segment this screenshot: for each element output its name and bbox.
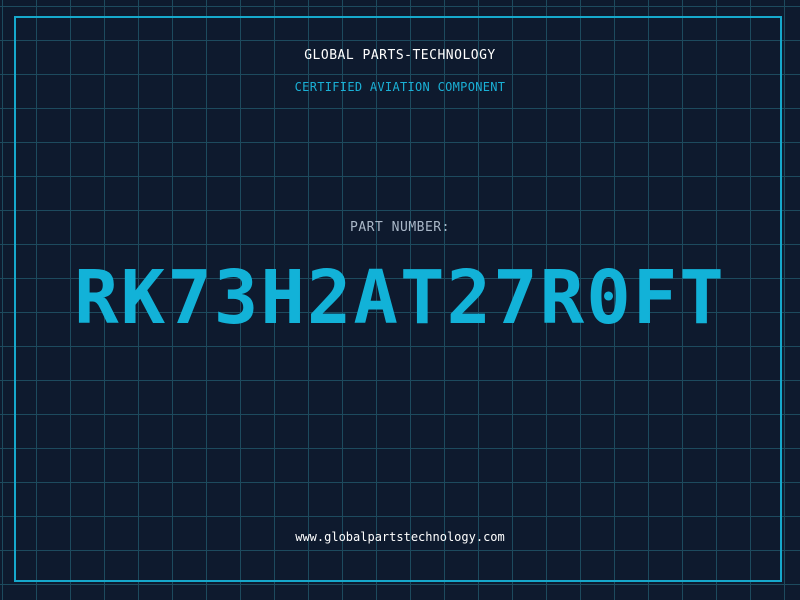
- website-url: www.globalpartstechnology.com: [295, 530, 505, 544]
- certification-subtitle: CERTIFIED AVIATION COMPONENT: [294, 80, 506, 94]
- company-name: GLOBAL PARTS-TECHNOLOGY: [304, 48, 496, 63]
- part-number-value: RK73H2AT27R0FT: [74, 255, 726, 341]
- part-number-label: PART NUMBER:: [350, 220, 450, 235]
- part-label-card: GLOBAL PARTS-TECHNOLOGY CERTIFIED AVIATI…: [0, 0, 800, 600]
